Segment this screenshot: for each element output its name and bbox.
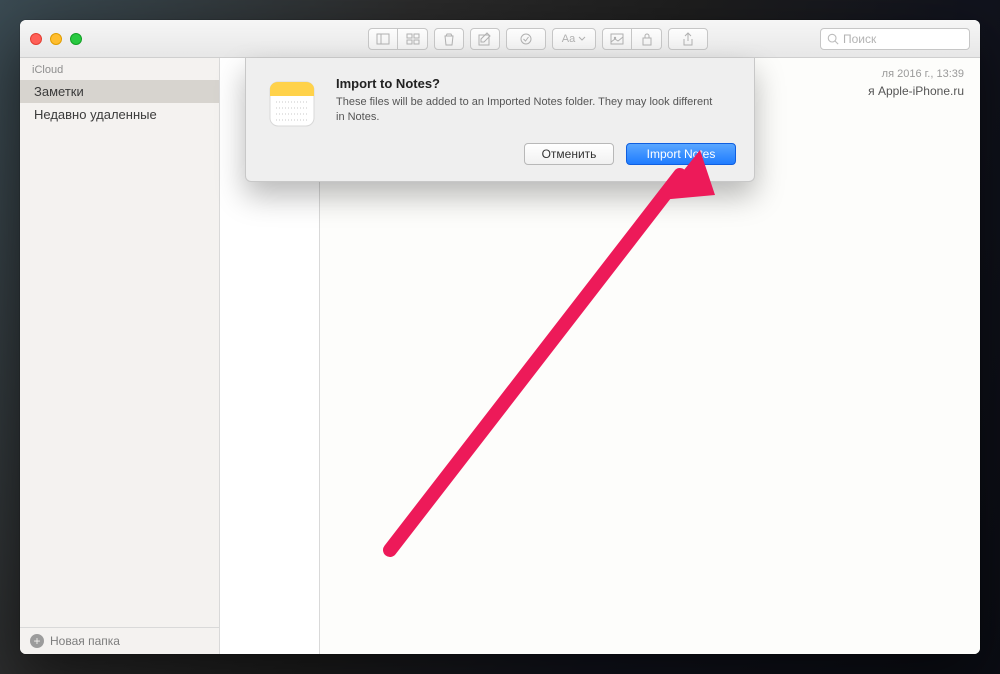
sidebar-group-label: iCloud [20,58,219,80]
search-placeholder: Поиск [843,32,876,46]
view-mode-segment [368,28,428,50]
lock-icon [641,32,653,46]
search-field[interactable]: Поиск [820,28,970,50]
attachment-button[interactable] [602,28,632,50]
format-button[interactable]: Aa [552,28,596,50]
new-folder-label: Новая папка [50,634,120,648]
photo-icon [610,32,624,46]
checklist-icon [519,32,533,46]
format-icon: Aa [562,33,575,45]
sidebar-item-label: Заметки [34,84,84,99]
window-titlebar: Aa Поиск [20,20,980,58]
chevron-down-icon [578,36,586,42]
attach-segment [602,28,662,50]
notes-app-window: Aa Поиск iCloud Заметки [20,20,980,654]
trash-icon [443,32,455,46]
cancel-button[interactable]: Отменить [524,143,614,165]
dialog-title: Import to Notes? [336,76,736,91]
grid-view-button[interactable] [398,28,428,50]
import-notes-button[interactable]: Import Notes [626,143,736,165]
share-icon [682,32,694,46]
close-button[interactable] [30,33,42,45]
checklist-button[interactable] [506,28,546,50]
minimize-button[interactable] [50,33,62,45]
grid-view-icon [406,33,420,45]
notes-app-icon [264,76,320,132]
dialog-message: These files will be added to an Imported… [336,95,716,125]
plus-icon: + [30,634,44,648]
toolbar: Aa [368,28,708,50]
sidebar-item-recently-deleted[interactable]: Недавно удаленные [20,103,219,126]
zoom-button[interactable] [70,33,82,45]
cancel-button-label: Отменить [542,147,597,161]
new-note-button[interactable] [470,28,500,50]
window-controls [30,33,82,45]
import-dialog: Import to Notes? These files will be add… [245,58,755,182]
list-view-button[interactable] [368,28,398,50]
share-button[interactable] [668,28,708,50]
delete-note-button[interactable] [434,28,464,50]
dialog-body: Import to Notes? These files will be add… [336,76,736,165]
sidebar-item-notes[interactable]: Заметки [20,80,219,103]
search-icon [827,33,839,45]
folders-sidebar: iCloud Заметки Недавно удаленные + Новая… [20,58,220,654]
dialog-buttons: Отменить Import Notes [336,143,736,165]
compose-icon [478,32,492,46]
import-notes-button-label: Import Notes [647,147,716,161]
lock-button[interactable] [632,28,662,50]
new-folder-button[interactable]: + Новая папка [20,627,219,654]
sidebar-item-label: Недавно удаленные [34,107,157,122]
list-view-icon [376,33,390,45]
